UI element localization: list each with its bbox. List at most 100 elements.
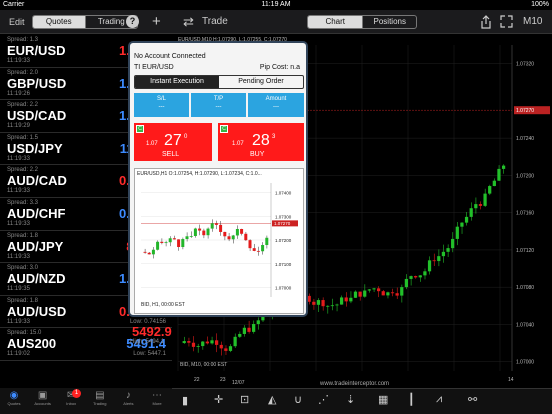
candle-body — [233, 336, 237, 347]
tabbar-item[interactable]: ▤ Trading — [86, 388, 114, 414]
candle-body — [307, 295, 311, 302]
x-tick-label: 14 — [508, 377, 514, 383]
quote-time: 11:19:33 — [7, 58, 30, 64]
quote-symbol: AUD/NZD — [7, 271, 66, 287]
help-icon[interactable]: ? — [126, 15, 139, 28]
link-icon[interactable]: ⚯ — [468, 393, 477, 406]
mini-candle-body — [168, 238, 172, 243]
mini-candle-body — [151, 249, 155, 255]
quotes-trading-segment: Quotes Trading — [32, 15, 138, 29]
tab-pending-order[interactable]: Pending Order — [219, 76, 303, 88]
edit-button[interactable]: Edit — [9, 17, 25, 27]
resize-icon[interactable]: ⊡ — [240, 393, 249, 406]
candle-body — [409, 276, 413, 279]
share-icon[interactable] — [480, 15, 492, 29]
mini-candle-body — [160, 241, 164, 243]
candle-body — [390, 292, 395, 294]
quote-time: 11:19:33 — [7, 253, 30, 260]
tabbar-item[interactable]: ♪ Alerts — [114, 388, 142, 414]
quote-time: 11:19:29 — [7, 123, 30, 130]
candle-body — [423, 271, 427, 276]
mini-candle-body — [265, 237, 269, 245]
candle-body — [432, 260, 436, 262]
candle-body — [488, 186, 492, 194]
area-chart-icon[interactable]: ◭ — [268, 393, 276, 406]
buy-checkbox-icon[interactable]: C — [220, 125, 228, 133]
tp-label: T/P — [213, 96, 224, 102]
candle-body — [418, 275, 422, 278]
quote-symbol: USD/CAD — [7, 108, 67, 124]
x-tick-label: 22 — [194, 377, 200, 383]
candle-body — [414, 276, 418, 278]
candle-body — [372, 288, 376, 290]
indicator-icon[interactable]: ▮ — [182, 394, 188, 407]
buy-button[interactable]: C 1.07 28 3 BUY — [218, 123, 304, 161]
candle-body — [321, 300, 325, 307]
candle-body — [339, 297, 344, 305]
magnet-icon[interactable]: ∪ — [294, 393, 302, 406]
amount-field[interactable]: Amount --- — [248, 93, 304, 117]
candle-body — [330, 305, 334, 307]
tab-chart[interactable]: Chart — [308, 16, 363, 28]
grid-icon[interactable]: ▦ — [378, 393, 388, 406]
quote-symbol: AUD/CAD — [7, 173, 67, 189]
candle-body — [386, 292, 390, 296]
candle-body — [427, 260, 432, 272]
mini-candle-body — [248, 240, 252, 249]
quote-symbol: GBP/USD — [7, 75, 67, 91]
mini-candle-body — [193, 228, 197, 237]
buy-price-prefix: 1.07 — [232, 141, 244, 147]
sell-button[interactable]: C 1.07 27 0 SELL — [134, 123, 212, 161]
accounts-tab-icon: ▣ — [37, 390, 48, 401]
mini-chart[interactable]: 1.07400 1.07300 1.07200 1.07100 1.07000 1.072… — [134, 168, 304, 314]
chart-watermark: www.tradeinterceptor.com — [320, 381, 390, 387]
candle-body — [335, 304, 339, 306]
timeframe-button[interactable]: M10 — [523, 16, 542, 27]
crosshair-icon[interactable]: ✛ — [214, 393, 223, 406]
aus200-bid: 5492.9 — [132, 324, 172, 339]
trade-arrows-icon[interactable]: ⇄ — [183, 14, 194, 30]
tabbar-item[interactable]: ⋯ More — [143, 388, 171, 414]
mini-candle-body — [202, 230, 206, 236]
candle-body — [474, 204, 478, 209]
drawing-tools-icon[interactable]: ⋰ — [318, 393, 329, 406]
sell-checkbox-icon[interactable]: C — [136, 125, 144, 133]
candle-body — [182, 341, 186, 344]
x-tick-label: 23 — [220, 377, 226, 383]
clock: 11:19 AM — [261, 1, 291, 8]
tp-field[interactable]: T/P --- — [191, 93, 246, 117]
sl-field[interactable]: S/L --- — [134, 93, 189, 117]
candle-body — [400, 287, 404, 296]
tabbar-item[interactable]: ▣ Accounts — [29, 388, 57, 414]
candle-body — [353, 291, 358, 298]
candle-body — [238, 333, 242, 337]
quote-symbol: AUD/JPY — [7, 238, 64, 254]
trade-button[interactable]: Trade — [202, 16, 228, 27]
chart-footer: BID, M10, 00:00 EST — [180, 362, 228, 368]
mini-candle-body — [189, 236, 193, 237]
mini-candle-body — [219, 224, 223, 232]
mini-candle-body — [185, 236, 189, 240]
mini-candle-body — [156, 241, 160, 250]
candle-body — [446, 248, 450, 252]
tab-quotes[interactable]: Quotes — [33, 16, 85, 28]
candle-body — [242, 327, 246, 334]
mini-candle-body — [244, 233, 248, 241]
y-tick-label: 1.07240 — [516, 136, 534, 142]
fullscreen-icon[interactable] — [500, 15, 513, 28]
candle-body — [469, 208, 473, 217]
quote-symbol: USD/JPY — [7, 140, 63, 156]
alerts-tab-icon: ♪ — [125, 390, 131, 401]
tabbar-item[interactable]: ◉ Quotes — [0, 388, 28, 414]
add-icon[interactable]: + — [152, 13, 161, 30]
tab-positions[interactable]: Positions — [362, 16, 416, 28]
quote-time: 11:19:33 — [7, 318, 30, 325]
candlestick-icon[interactable]: ┃ — [408, 393, 415, 406]
sort-icon[interactable]: ⇣ — [346, 393, 355, 406]
line-chart-icon[interactable]: ⩘ — [436, 393, 442, 406]
mini-y-tick-label: 1.07100 — [275, 262, 292, 267]
tab-instant-execution[interactable]: Instant Execution — [135, 76, 219, 88]
y-tick-label: 1.07000 — [516, 360, 534, 366]
quote-symbol: EUR/USD — [7, 43, 66, 58]
quote-symbol: AUD/CHF — [7, 206, 66, 221]
